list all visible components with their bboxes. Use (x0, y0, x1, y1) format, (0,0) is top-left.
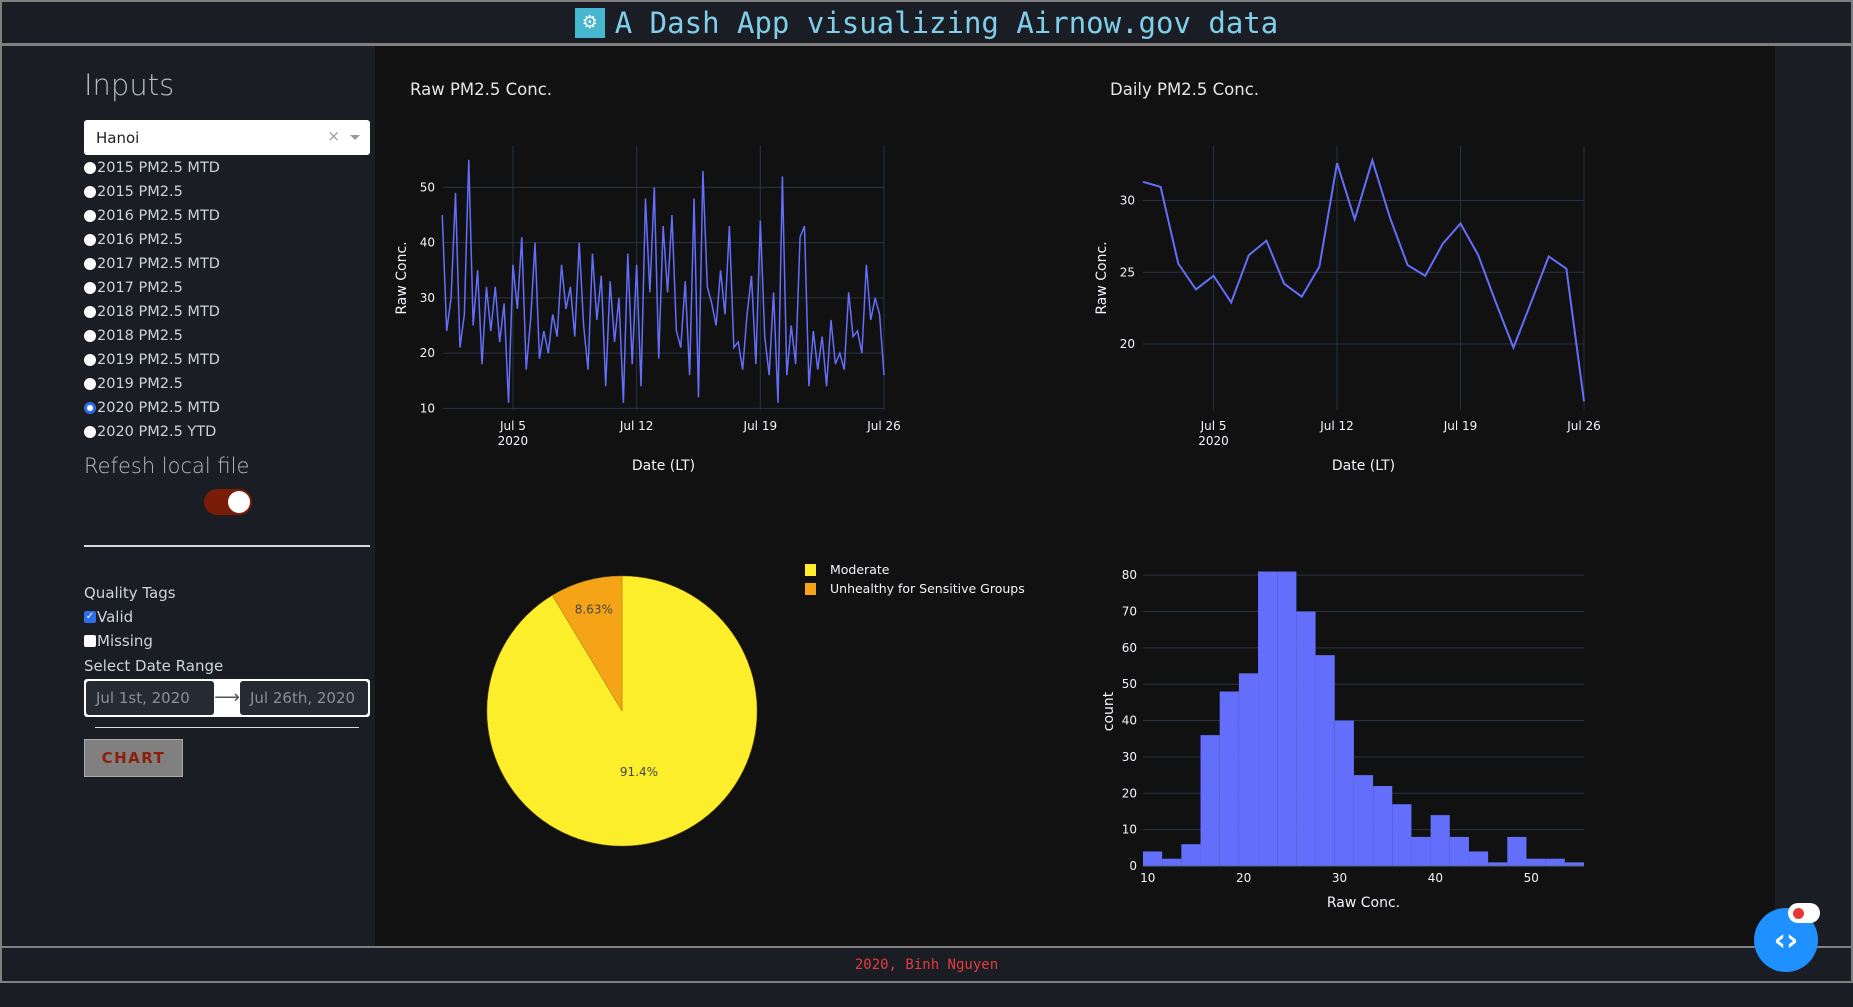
y-axis-title: Raw Conc. (394, 241, 410, 314)
x-tick-year: 2020 (1198, 434, 1229, 448)
x-tick-label: 40 (1428, 871, 1443, 885)
y-axis-title: count (1101, 691, 1117, 731)
histogram-bar (1219, 691, 1239, 866)
y-tick-label: 30 (420, 291, 435, 305)
histogram-bar (1162, 858, 1182, 866)
x-axis-title: Date (LT) (632, 458, 695, 474)
x-axis-title: Raw Conc. (1327, 895, 1400, 911)
y-tick-label: 20 (1122, 786, 1137, 800)
histogram-bar (1238, 673, 1259, 866)
series-line (1142, 156, 1585, 402)
histogram-bar (1468, 851, 1489, 866)
legend-swatch (805, 564, 816, 576)
histogram-bar (1411, 836, 1431, 866)
x-tick-label: 10 (1140, 871, 1155, 885)
histogram-bar (1353, 775, 1374, 866)
histogram-bar (1181, 844, 1201, 866)
x-axis-title: Date (LT) (1332, 458, 1395, 474)
histogram-bar (1564, 862, 1584, 866)
legend-label: Unhealthy for Sensitive Groups (830, 581, 1025, 596)
histogram-bar (1315, 655, 1335, 866)
legend-swatch (805, 583, 816, 595)
histogram-bar (1373, 786, 1393, 866)
y-tick-label: 40 (1122, 714, 1137, 728)
footer: 2020, Binh Nguyen (0, 946, 1853, 983)
y-axis-title: Raw Conc. (1094, 241, 1110, 314)
histogram-bar (1334, 720, 1354, 866)
y-tick-label: 30 (1120, 194, 1135, 208)
y-tick-label: 0 (1129, 859, 1137, 873)
y-tick-label: 25 (1120, 265, 1135, 279)
x-tick-label: Jul 26 (866, 419, 901, 433)
y-tick-label: 30 (1122, 750, 1137, 764)
x-tick-label: 50 (1524, 871, 1539, 885)
x-tick-label: 30 (1332, 871, 1347, 885)
x-tick-label: Jul 19 (743, 419, 778, 433)
y-tick-label: 10 (420, 401, 435, 415)
code-icon: ‹› (1773, 922, 1799, 958)
legend-label: Moderate (830, 562, 890, 577)
histogram-bar (1488, 862, 1508, 866)
footer-text: 2020, Binh Nguyen (854, 956, 999, 973)
y-tick-label: 80 (1122, 568, 1137, 582)
pie-slice-label: 8.63% (575, 603, 613, 617)
y-tick-label: 10 (1122, 823, 1137, 837)
pie-slice-label: 91.4% (620, 765, 658, 779)
histogram-bar (1526, 858, 1546, 866)
histogram-bar (1545, 858, 1565, 866)
histogram-bar (1277, 571, 1297, 866)
x-tick-label: Jul 19 (1443, 419, 1478, 433)
x-tick-label: Jul 26 (1566, 419, 1601, 433)
histogram-bar (1507, 836, 1527, 866)
y-tick-label: 20 (1120, 337, 1135, 351)
x-tick-label: Jul 5 (499, 419, 526, 433)
x-tick-label: Jul 12 (619, 419, 654, 433)
x-tick-label: 20 (1236, 871, 1251, 885)
y-tick-label: 50 (1122, 677, 1137, 691)
y-tick-label: 50 (420, 180, 435, 194)
histogram-bar (1296, 611, 1316, 866)
histogram-bar (1392, 804, 1412, 866)
y-tick-label: 60 (1122, 641, 1137, 655)
histogram-bar (1258, 571, 1278, 866)
x-tick-label: Jul 12 (1319, 419, 1354, 433)
x-tick-year: 2020 (498, 434, 529, 448)
histogram-bar (1200, 735, 1220, 866)
error-dot-icon (1793, 907, 1804, 919)
y-tick-label: 40 (420, 236, 435, 250)
x-tick-label: Jul 5 (1200, 419, 1227, 433)
charts-canvas: Jul 52020Jul 12 Jul 19 Jul 261020304050Dat… (394, 146, 1601, 911)
histogram-bar (1449, 836, 1469, 866)
y-tick-label: 70 (1122, 605, 1137, 619)
histogram-bar (1143, 851, 1163, 866)
y-tick-label: 20 (420, 346, 435, 360)
series-line (441, 159, 885, 403)
error-badge[interactable] (1788, 903, 1820, 923)
histogram-bar (1430, 815, 1450, 866)
